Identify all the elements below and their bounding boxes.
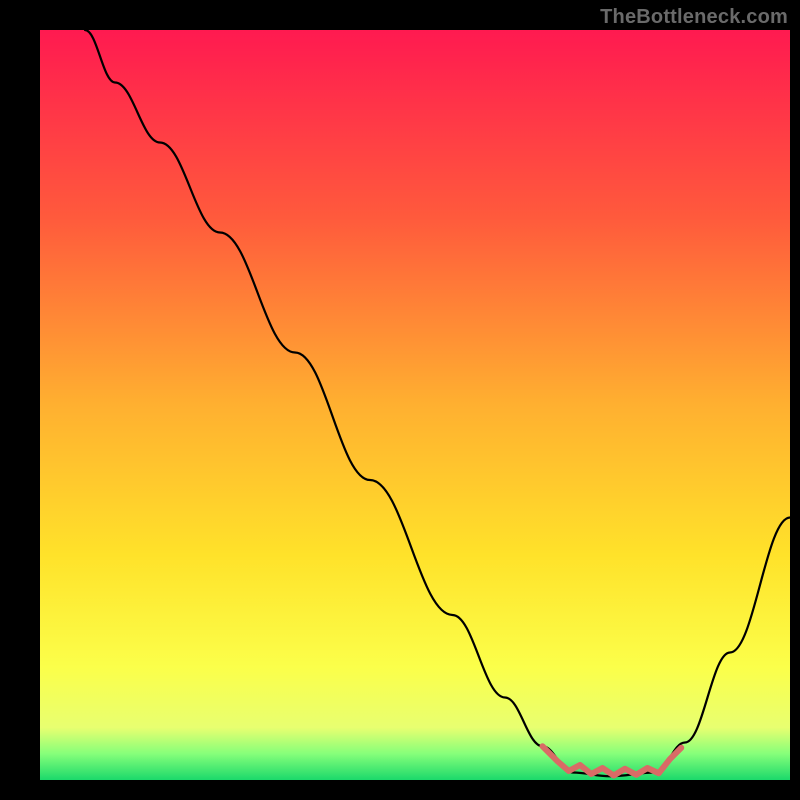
watermark-label: TheBottleneck.com [600, 6, 788, 29]
bottleneck-chart [0, 0, 800, 800]
chart-container: TheBottleneck.com [0, 0, 800, 800]
plot-background [40, 30, 790, 780]
